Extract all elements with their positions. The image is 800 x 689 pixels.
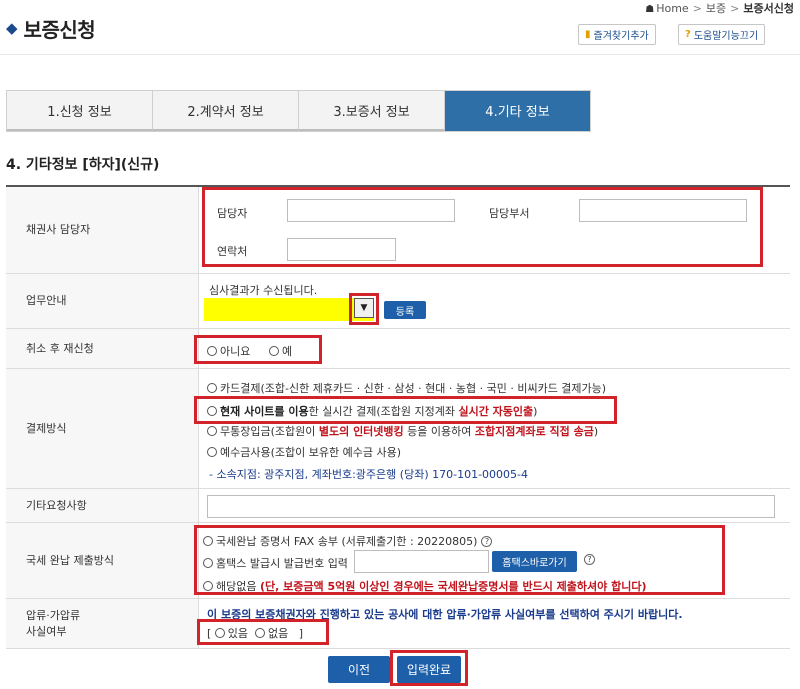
account-info-text: - 소속지점: 광주지점, 계좌번호:광주은행 (당좌) 170-101-000…	[209, 468, 528, 481]
radio-icon[interactable]	[207, 406, 217, 416]
diamond-icon: ◆	[6, 19, 18, 37]
tax-submission-label: 국세 완납 제출방식	[6, 523, 199, 598]
step-tabs: 1.신청 정보 2.계약서 정보 3.보증서 정보 4.기타 정보	[6, 90, 591, 132]
bookmark-icon: ▮	[585, 29, 591, 40]
radio-icon[interactable]	[203, 558, 213, 568]
add-favorite-button[interactable]: ▮ 즐겨찾기추가	[578, 24, 656, 45]
radio-icon[interactable]	[207, 426, 217, 436]
tab-other-info[interactable]: 4.기타 정보	[445, 91, 590, 131]
tab-contract-info[interactable]: 2.계약서 정보	[153, 91, 299, 131]
hometax-link-button[interactable]: 홈택스바로가기	[492, 551, 577, 572]
highlight-box	[202, 187, 763, 267]
add-favorite-label: 즐겨찾기추가	[593, 31, 649, 42]
help-toggle-label: 도움말기능끄기	[693, 31, 759, 42]
payment-option-card[interactable]: 카드결제(조합-신한 제휴카드 · 신한 · 삼성 · 현대 · 농협 · 국민…	[207, 380, 606, 396]
payment-method-label: 결제방식	[6, 369, 199, 488]
radio-icon[interactable]	[207, 383, 217, 393]
breadcrumb-current: 보증서신청	[743, 2, 794, 15]
radio-icon[interactable]	[207, 346, 217, 356]
reapply-option-no[interactable]: 아니요	[207, 343, 250, 359]
tax-option-hometax[interactable]: 홈택스 발급시 발급번호 입력	[203, 555, 348, 571]
radio-icon[interactable]	[203, 581, 213, 591]
tab-guarantee-info[interactable]: 3.보증서 정보	[299, 91, 445, 131]
radio-icon[interactable]	[214, 628, 225, 638]
payment-option-realtime[interactable]: 현재 사이트를 이용한 실시간 결제(조합원 지정계좌 실시간 자동인출)	[207, 403, 537, 419]
page-title-wrap: ◆ 보증신청	[6, 14, 96, 42]
complete-button[interactable]: 입력완료	[397, 656, 461, 683]
reapply-label: 취소 후 재신청	[6, 329, 199, 368]
section-title: 4. 기타정보 [하자](신규)	[6, 157, 160, 173]
page-title: 보증신청	[23, 17, 96, 42]
business-notice-text: 심사결과가 수신됩니다.	[209, 284, 318, 297]
home-icon: ☗	[645, 4, 655, 15]
row-reapply: 취소 후 재신청 아니요 예	[6, 329, 790, 369]
issue-number-input[interactable]	[354, 550, 489, 573]
row-creditor-contact: 채권사 담당자 담당자 담당부서 연락처	[6, 187, 790, 274]
breadcrumb: ☗ Home > 보증 > 보증서신청	[645, 0, 794, 16]
reapply-option-yes[interactable]: 예	[269, 343, 292, 359]
payment-option-deposit[interactable]: 예수금사용(조합이 보유한 예수금 사용)	[207, 444, 401, 460]
row-payment-method: 결제방식 카드결제(조합-신한 제휴카드 · 신한 · 삼성 · 현대 · 농협…	[6, 369, 790, 489]
row-other-request: 기타요청사항	[6, 489, 790, 523]
header-divider	[0, 54, 800, 55]
chevron-down-icon[interactable]: ▼	[354, 298, 374, 318]
breadcrumb-home[interactable]: Home	[656, 2, 688, 15]
business-notice-label: 업무안내	[6, 274, 199, 328]
tab-application-info[interactable]: 1.신청 정보	[7, 91, 153, 131]
breadcrumb-separator: >	[730, 2, 740, 15]
help-icon[interactable]: ?	[584, 554, 595, 565]
prev-button[interactable]: 이전	[328, 656, 390, 683]
question-icon: ?	[685, 29, 691, 40]
seizure-option-no[interactable]: 없음	[255, 627, 288, 640]
seizure-options: [ 있음 없음 ]	[207, 627, 304, 640]
radio-icon[interactable]	[255, 628, 266, 638]
breadcrumb-separator: >	[692, 2, 702, 15]
register-button[interactable]: 등록	[384, 301, 426, 319]
seizure-option-yes[interactable]: 있음	[214, 627, 248, 640]
other-request-label: 기타요청사항	[6, 489, 199, 522]
help-icon[interactable]: ?	[481, 536, 493, 547]
row-seizure: 압류·가압류 사실여부 이 보증의 보증채권자와 진행하고 있는 공사에 대한 압…	[6, 599, 790, 649]
payment-option-bank-transfer[interactable]: 무통장입금(조합원이 별도의 인터넷뱅킹 등을 이용하여 조합지점계좌로 직접 …	[207, 423, 598, 439]
row-business-notice: 업무안내 심사결과가 수신됩니다. ▼ 등록	[6, 274, 790, 329]
other-request-input[interactable]	[207, 495, 775, 518]
row-tax-submission: 국세 완납 제출방식 국세완납 증명서 FAX 송부 (서류제출기한 : 202…	[6, 523, 790, 599]
creditor-contact-label: 채권사 담당자	[6, 187, 199, 273]
tax-option-fax[interactable]: 국세완납 증명서 FAX 송부 (서류제출기한 : 20220805)?	[203, 533, 493, 549]
form-table: 채권사 담당자 담당자 담당부서 연락처 업무안내 심사결과가 수신됩니다. ▼…	[6, 185, 790, 649]
seizure-label: 압류·가압류 사실여부	[6, 599, 199, 648]
help-toggle-button[interactable]: ? 도움말기능끄기	[678, 24, 766, 45]
breadcrumb-level1[interactable]: 보증	[706, 2, 726, 15]
radio-icon[interactable]	[203, 536, 213, 546]
tax-option-none[interactable]: 해당없음 (단, 보증금액 5억원 이상인 경우에는 국세완납증명서를 반드시 …	[203, 578, 646, 594]
radio-icon[interactable]	[269, 346, 279, 356]
radio-icon[interactable]	[207, 447, 217, 457]
